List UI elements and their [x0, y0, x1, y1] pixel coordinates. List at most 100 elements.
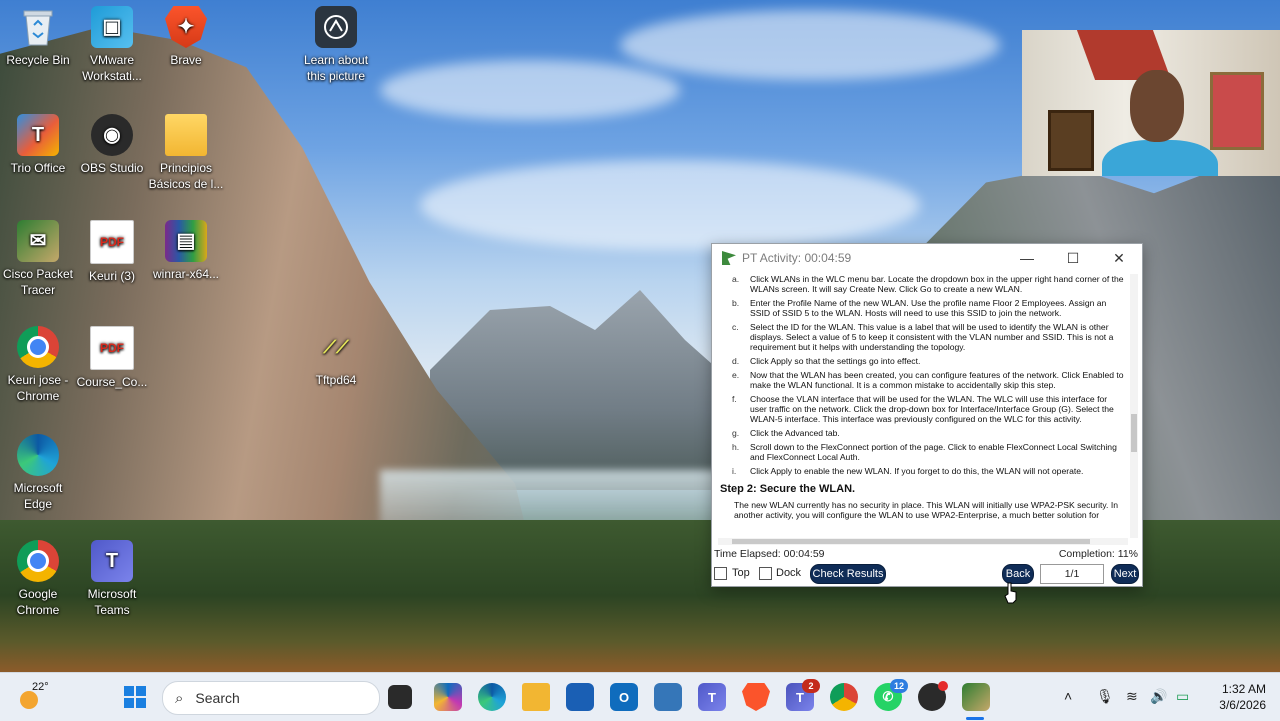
folder-icon	[165, 114, 207, 156]
microsoft-store-icon[interactable]	[566, 683, 594, 711]
dock-label: Dock	[776, 567, 802, 579]
step-letter: i.	[732, 466, 737, 476]
step-text: Choose the VLAN interface that will be u…	[750, 394, 1114, 424]
desktop-icon-recycle-bin[interactable]: Recycle Bin	[0, 6, 76, 68]
step-letter: a.	[732, 274, 740, 284]
desktop-icon-teams[interactable]: T Microsoft Teams	[74, 540, 150, 618]
packet-tracer-taskbar-icon[interactable]	[962, 683, 990, 711]
maximize-button[interactable]: ☐	[1050, 244, 1096, 272]
desktop-icon-label: Keuri (3)	[88, 269, 135, 283]
step-letter: e.	[732, 370, 740, 380]
wall-picture	[1048, 110, 1094, 171]
instruction-step: i. Click Apply to enable the new WLAN. If…	[718, 466, 1130, 476]
desktop-icon-label: Brave	[170, 53, 202, 67]
instruction-step: c. Select the ID for the WLAN. This value…	[718, 322, 1130, 352]
instruction-step: b. Enter the Profile Name of the new WLAN…	[718, 298, 1130, 318]
step-text: Now that the WLAN has been created, you …	[750, 370, 1124, 390]
minimize-button[interactable]: —	[1004, 244, 1050, 272]
tftpd-icon: ⟋⟋	[323, 337, 349, 357]
step-letter: d.	[732, 356, 740, 366]
clock-date: 3/6/2026	[1219, 698, 1266, 712]
desktop-icon-label: Microsoft Teams	[87, 587, 137, 617]
minimize-icon: —	[1020, 250, 1034, 266]
search-placeholder: Search	[195, 690, 240, 706]
network-app-icon[interactable]	[654, 683, 682, 711]
clock-time: 1:32 AM	[1221, 682, 1266, 696]
vertical-scrollbar[interactable]	[1130, 274, 1138, 538]
desktop-icon-google-chrome[interactable]: Google Chrome	[0, 540, 76, 618]
desktop-icon-tftpd64[interactable]: ⟋⟋ Tftpd64	[298, 326, 374, 388]
desktop-icon-winrar[interactable]: ▤ winrar-x64...	[148, 220, 224, 282]
desktop-icon-trio-office[interactable]: T Trio Office	[0, 114, 76, 176]
instruction-step: h. Scroll down to the FlexConnect portion…	[718, 442, 1130, 462]
whatsapp-icon[interactable]: ✆ 12	[874, 679, 908, 711]
app-recording-icon[interactable]	[918, 681, 948, 711]
notification-badge: 12	[890, 679, 908, 693]
pdf-icon: PDF	[90, 220, 134, 264]
teams-taskbar-icon[interactable]: T	[698, 683, 726, 711]
sun-icon	[20, 691, 38, 709]
packet-tracer-icon: ✉	[17, 220, 59, 262]
scrollbar-thumb[interactable]	[732, 539, 1090, 544]
brave-lion-icon: ✦	[165, 6, 207, 48]
brave-taskbar-icon[interactable]	[742, 683, 770, 711]
desktop-icon-vmware[interactable]: ▣ VMware Workstati...	[74, 6, 150, 84]
desktop-icon-label: OBS Studio	[80, 161, 144, 175]
desktop-icon-course-pdf[interactable]: PDF Course_Co...	[74, 326, 150, 390]
desktop-icon-learn-about-picture[interactable]: Learn about this picture	[298, 6, 374, 84]
battery-icon[interactable]: ▭	[1176, 688, 1189, 705]
edge-taskbar-icon[interactable]	[478, 683, 506, 711]
check-results-button[interactable]: Check Results	[810, 564, 886, 584]
step-text: Enter the Profile Name of the new WLAN. …	[750, 298, 1107, 318]
packet-tracer-icon	[722, 251, 736, 265]
step-letter: g.	[732, 428, 740, 438]
chevron-up-icon[interactable]: ˄	[1064, 688, 1072, 704]
task-view-icon[interactable]	[388, 685, 412, 709]
close-button[interactable]: ✕	[1096, 244, 1142, 272]
weather-widget[interactable]: 22°	[14, 679, 74, 715]
desktop-icon-keuri-pdf[interactable]: PDF Keuri (3)	[74, 220, 150, 284]
desktop-icon-principios-folder[interactable]: Principios Básicos de l...	[148, 114, 224, 192]
instruction-step: e. Now that the WLAN has been created, yo…	[718, 370, 1130, 390]
volume-icon[interactable]: 🔊	[1150, 688, 1167, 705]
instruction-step: d. Click Apply so that the settings go in…	[718, 356, 1130, 366]
chrome-profile-icon	[17, 326, 59, 368]
dock-checkbox[interactable]	[759, 567, 772, 580]
teams-work-icon[interactable]: T2	[786, 679, 820, 711]
copilot-icon[interactable]	[434, 683, 462, 711]
cloud	[380, 60, 680, 120]
desktop-icon-label: Microsoft Edge	[13, 481, 63, 511]
presenter-body	[1102, 140, 1218, 176]
status-bar: Time Elapsed: 00:04:59 Completion: 11%	[712, 548, 1140, 562]
weather-temp: 22°	[32, 681, 49, 693]
horizontal-scrollbar[interactable]	[718, 538, 1128, 545]
desktop-icon-keuri-chrome[interactable]: Keuri jose - Chrome	[0, 326, 76, 404]
desktop-icon-brave[interactable]: ✦ Brave	[148, 6, 224, 68]
taskbar-search[interactable]: ⌕ Search	[162, 681, 380, 715]
desktop-icon-edge[interactable]: Microsoft Edge	[0, 434, 76, 512]
chrome-taskbar-icon[interactable]	[830, 683, 858, 711]
start-button[interactable]	[121, 683, 149, 711]
back-button[interactable]: Back	[1002, 564, 1034, 584]
wifi-icon[interactable]: ≋	[1126, 688, 1138, 705]
microphone-icon[interactable]: 🎙	[1096, 688, 1114, 705]
instructions-pane[interactable]: a. Click WLANs in the WLC menu bar. Locat…	[718, 274, 1130, 537]
step-text: Click Apply so that the settings go into…	[750, 356, 921, 366]
desktop-icon-obs-studio[interactable]: ◉ OBS Studio	[74, 114, 150, 176]
time-elapsed: Time Elapsed: 00:04:59	[714, 548, 825, 560]
next-button[interactable]: Next	[1111, 564, 1139, 584]
outlook-icon[interactable]: O	[610, 683, 638, 711]
cloud	[620, 10, 1000, 80]
system-clock[interactable]: 1:32 AM 3/6/2026	[1219, 681, 1266, 713]
pt-titlebar[interactable]: PT Activity: 00:04:59 — ☐ ✕	[712, 244, 1142, 272]
desktop-icon-cisco-packet-tracer[interactable]: ✉ Cisco Packet Tracer	[0, 220, 76, 298]
desktop-icon-label: Principios Básicos de l...	[148, 161, 224, 191]
top-label: Top	[732, 567, 750, 579]
scrollbar-thumb[interactable]	[1131, 414, 1137, 452]
step-letter: b.	[732, 298, 740, 308]
cloud	[420, 160, 920, 250]
top-checkbox[interactable]	[714, 567, 727, 580]
desktop-icon-label: winrar-x64...	[152, 267, 220, 281]
step-text: Click Apply to enable the new WLAN. If y…	[750, 466, 1084, 476]
file-explorer-icon[interactable]	[522, 683, 550, 711]
